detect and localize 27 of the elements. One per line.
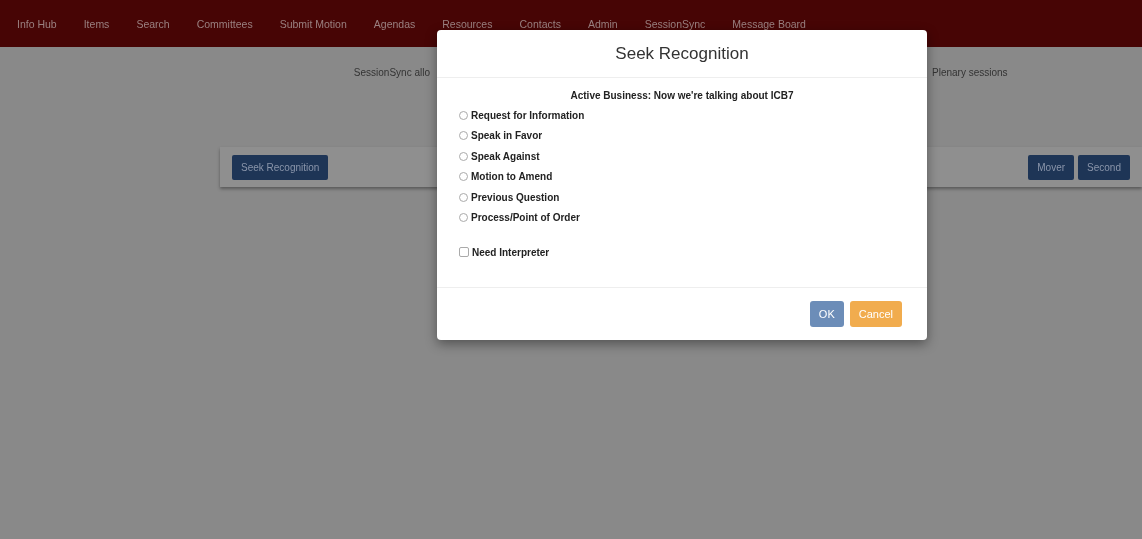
intro-text: SessionSync allo [352, 66, 430, 78]
option-label[interactable]: Speak in Favor [471, 130, 543, 142]
nav-link[interactable]: SessionSync [644, 17, 706, 30]
dialog-subtitle: Active Business: Now we're talking about ICB7 [569, 90, 795, 101]
nav-link[interactable]: Resources [442, 17, 493, 30]
checkbox[interactable] [459, 247, 469, 258]
option-label[interactable]: Process/Point of Order [471, 212, 580, 224]
dialog-title: Seek Recognition [437, 30, 927, 78]
nav-link[interactable]: Committees [196, 17, 253, 30]
toolbar-button[interactable]: Mover [1028, 154, 1075, 180]
ok-button[interactable]: OK [809, 301, 844, 327]
nav-link[interactable]: Message Board [732, 17, 806, 30]
checkbox-label[interactable]: Need Interpreter [472, 246, 550, 258]
option-label[interactable]: Speak Against [471, 150, 540, 162]
nav-link[interactable]: Contacts [519, 17, 561, 30]
seek-recognition-button[interactable]: Seek Recognition [232, 154, 329, 180]
nav-link[interactable]: Items [83, 17, 110, 30]
intro-text: Plenary sessions [932, 66, 1008, 78]
nav-link[interactable]: Search [136, 17, 170, 30]
nav-link[interactable]: Admin [587, 17, 618, 30]
nav-link[interactable]: Submit Motion [279, 17, 347, 30]
option-label[interactable]: Previous Question [471, 191, 560, 203]
option-label[interactable]: Motion to Amend [471, 171, 553, 183]
nav-link[interactable]: Info Hub [17, 17, 57, 30]
nav-link[interactable]: Agendas [373, 17, 416, 30]
option-label[interactable]: Request for Information [471, 109, 585, 121]
toolbar-button[interactable]: Second [1078, 154, 1130, 180]
